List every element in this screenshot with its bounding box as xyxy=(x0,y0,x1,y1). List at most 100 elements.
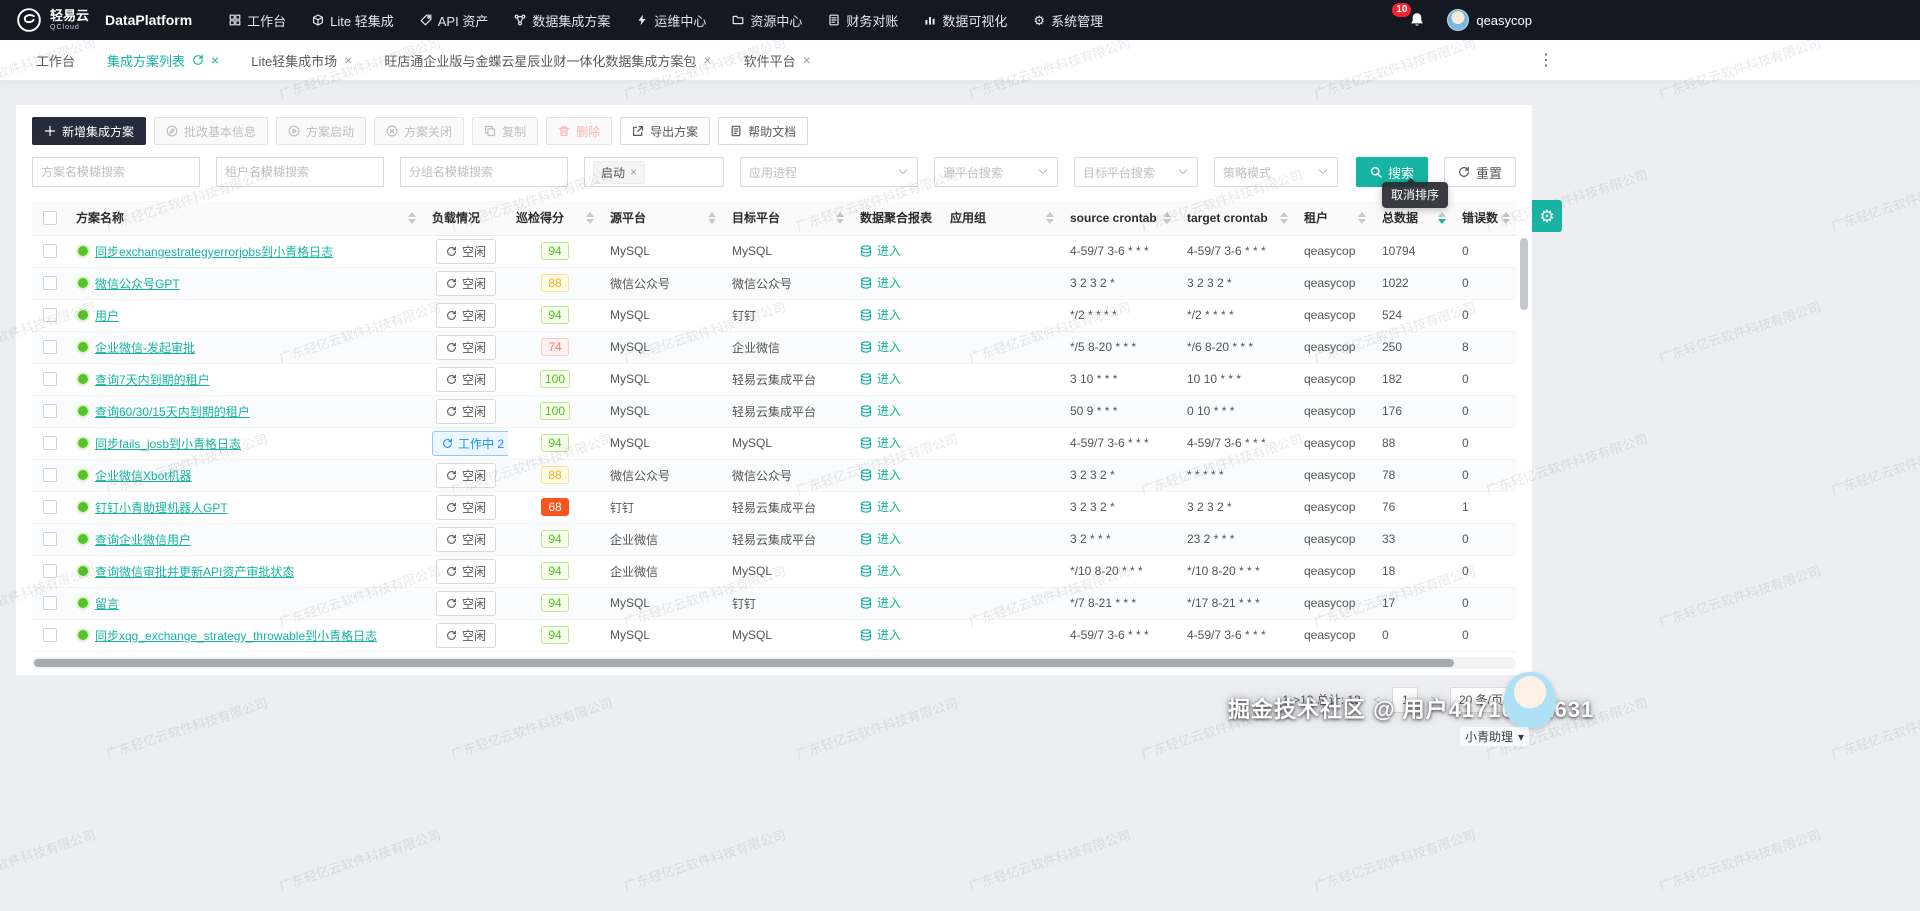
row-checkbox[interactable] xyxy=(43,372,57,386)
vertical-scrollbar[interactable] xyxy=(1520,235,1528,651)
row-checkbox[interactable] xyxy=(43,244,57,258)
nav-item-data-visualization[interactable]: 数据可视化 xyxy=(911,0,1020,40)
sort-control[interactable] xyxy=(1438,212,1446,224)
copy-plan-button[interactable]: 复制 xyxy=(472,117,538,145)
row-checkbox[interactable] xyxy=(43,564,57,578)
column-header-source[interactable]: 源平台 xyxy=(602,201,724,235)
app-process-select[interactable]: 应用进程 xyxy=(740,157,918,187)
load-status-button[interactable]: 空闲 xyxy=(436,623,496,648)
load-status-button[interactable]: 空闲 xyxy=(436,303,496,328)
start-plan-button[interactable]: 方案启动 xyxy=(276,117,366,145)
row-checkbox[interactable] xyxy=(43,500,57,514)
plan-name-link[interactable]: 查询企业微信用户 xyxy=(95,531,191,548)
load-status-button[interactable]: 空闲 xyxy=(436,559,496,584)
column-header-name[interactable]: 方案名称 xyxy=(68,201,424,235)
load-status-button[interactable]: 空闲 xyxy=(436,527,496,552)
report-enter-link[interactable]: 进入 xyxy=(860,338,901,355)
plan-name-link[interactable]: 钉钉小青助理机器人GPT xyxy=(95,499,228,516)
export-plan-button[interactable]: 导出方案 xyxy=(620,117,710,145)
nav-item-system-management[interactable]: ⚙系统管理 xyxy=(1020,0,1116,40)
row-checkbox[interactable] xyxy=(43,404,57,418)
batch-edit-info-button[interactable]: 批改基本信息 xyxy=(154,117,268,145)
report-enter-link[interactable]: 进入 xyxy=(860,530,901,547)
row-checkbox[interactable] xyxy=(43,596,57,610)
vertical-scrollbar-thumb[interactable] xyxy=(1520,238,1528,310)
tab-wangdiantong-kingdee-package[interactable]: 旺店通企业版与金蝶云星辰业财一体化数据集成方案包× xyxy=(368,40,727,80)
load-status-button[interactable]: 空闲 xyxy=(436,271,496,296)
load-status-button[interactable]: 空闲 xyxy=(436,335,496,360)
tenant-name-search-input[interactable] xyxy=(216,157,384,187)
target-platform-search-select[interactable]: 目标平台搜索 xyxy=(1074,157,1198,187)
sort-control[interactable] xyxy=(708,212,716,224)
column-header-tenant[interactable]: 租户 xyxy=(1296,201,1374,235)
assistant-label[interactable]: 小青助理 ▾ xyxy=(1460,727,1529,746)
row-checkbox[interactable] xyxy=(43,436,57,450)
strategy-mode-select[interactable]: 策略模式 xyxy=(1214,157,1338,187)
tab-software-platform[interactable]: 软件平台× xyxy=(728,40,827,80)
column-header-target[interactable]: 目标平台 xyxy=(724,201,852,235)
load-status-button[interactable]: 空闲 xyxy=(436,495,496,520)
tab-workbench[interactable]: 工作台 xyxy=(20,40,91,80)
notifications-button[interactable]: 10 xyxy=(1409,12,1425,28)
report-enter-link[interactable]: 进入 xyxy=(860,626,901,643)
plan-name-link[interactable]: 查询7天内到期的租户 xyxy=(95,371,210,388)
table-settings-button[interactable]: ⚙ xyxy=(1532,200,1562,232)
report-enter-link[interactable]: 进入 xyxy=(860,562,901,579)
column-header-source_cron[interactable]: source crontab xyxy=(1062,201,1179,235)
plan-name-search-input[interactable] xyxy=(32,157,200,187)
report-enter-link[interactable]: 进入 xyxy=(860,434,901,451)
nav-item-workbench[interactable]: 工作台 xyxy=(216,0,299,40)
select-all-checkbox[interactable] xyxy=(43,211,57,225)
plan-name-link[interactable]: 企业微信-发起审批 xyxy=(95,339,195,356)
sort-control[interactable] xyxy=(408,212,416,224)
column-header-score[interactable]: 巡检得分 xyxy=(508,201,602,235)
report-enter-link[interactable]: 进入 xyxy=(860,402,901,419)
sort-control[interactable] xyxy=(1502,212,1510,224)
tab-lite-market[interactable]: Lite轻集成市场× xyxy=(235,40,368,80)
load-status-button[interactable]: 空闲 xyxy=(436,463,496,488)
report-enter-link[interactable]: 进入 xyxy=(860,242,901,259)
load-status-button[interactable]: 空闲 xyxy=(436,367,496,392)
help-doc-button[interactable]: 帮助文档 xyxy=(718,117,808,145)
close-icon[interactable]: × xyxy=(703,53,711,67)
close-icon[interactable]: × xyxy=(344,53,352,67)
add-plan-button[interactable]: 新增集成方案 xyxy=(32,117,146,145)
nav-item-resource-center[interactable]: 资源中心 xyxy=(719,0,815,40)
assistant-avatar[interactable] xyxy=(1504,672,1556,728)
nav-item-finance-reconciliation[interactable]: 财务对账 xyxy=(815,0,911,40)
report-enter-link[interactable]: 进入 xyxy=(860,594,901,611)
nav-item-api-assets[interactable]: API 资产 xyxy=(407,0,502,40)
sort-control[interactable] xyxy=(1358,212,1366,224)
plan-name-link[interactable]: 同步exchangestrategyerrorjobs到小青格日志 xyxy=(95,243,333,260)
nav-item-ops-center[interactable]: 运维中心 xyxy=(623,0,719,40)
tab-integration-plan-list[interactable]: 集成方案列表× xyxy=(91,40,235,80)
plan-name-link[interactable]: 微信公众号GPT xyxy=(95,275,180,292)
plan-name-link[interactable]: 查询微信审批并更新API资产审批状态 xyxy=(95,563,294,580)
row-checkbox[interactable] xyxy=(43,628,57,642)
load-status-button[interactable]: 空闲 xyxy=(436,399,496,424)
plan-name-link[interactable]: 企业微信Xbot机器 xyxy=(95,467,192,484)
sort-control[interactable] xyxy=(1046,212,1054,224)
report-enter-link[interactable]: 进入 xyxy=(860,466,901,483)
row-checkbox[interactable] xyxy=(43,308,57,322)
nav-item-data-integration[interactable]: 数据集成方案 xyxy=(501,0,623,40)
sort-control[interactable] xyxy=(836,212,844,224)
horizontal-scrollbar-thumb[interactable] xyxy=(34,659,1454,667)
plan-name-link[interactable]: 用户 xyxy=(95,307,119,324)
sort-control[interactable] xyxy=(1280,212,1288,224)
load-status-button[interactable]: 空闲 xyxy=(436,591,496,616)
sort-control[interactable] xyxy=(1163,212,1171,224)
row-checkbox[interactable] xyxy=(43,340,57,354)
reset-button[interactable]: 重置 xyxy=(1444,157,1516,187)
user-menu[interactable]: qeasycop xyxy=(1447,9,1532,31)
close-icon[interactable]: × xyxy=(211,53,219,67)
delete-plan-button[interactable]: 删除 xyxy=(546,117,612,145)
row-checkbox[interactable] xyxy=(43,276,57,290)
row-checkbox[interactable] xyxy=(43,532,57,546)
report-enter-link[interactable]: 进入 xyxy=(860,306,901,323)
column-header-appgroup[interactable]: 应用组 xyxy=(942,201,1062,235)
more-menu-icon[interactable]: ⋮ xyxy=(1532,50,1560,70)
plan-name-link[interactable]: 查询60/30/15天内到期的租户 xyxy=(95,403,250,420)
load-status-button[interactable]: 工作中 2 xyxy=(432,431,508,456)
report-enter-link[interactable]: 进入 xyxy=(860,274,901,291)
